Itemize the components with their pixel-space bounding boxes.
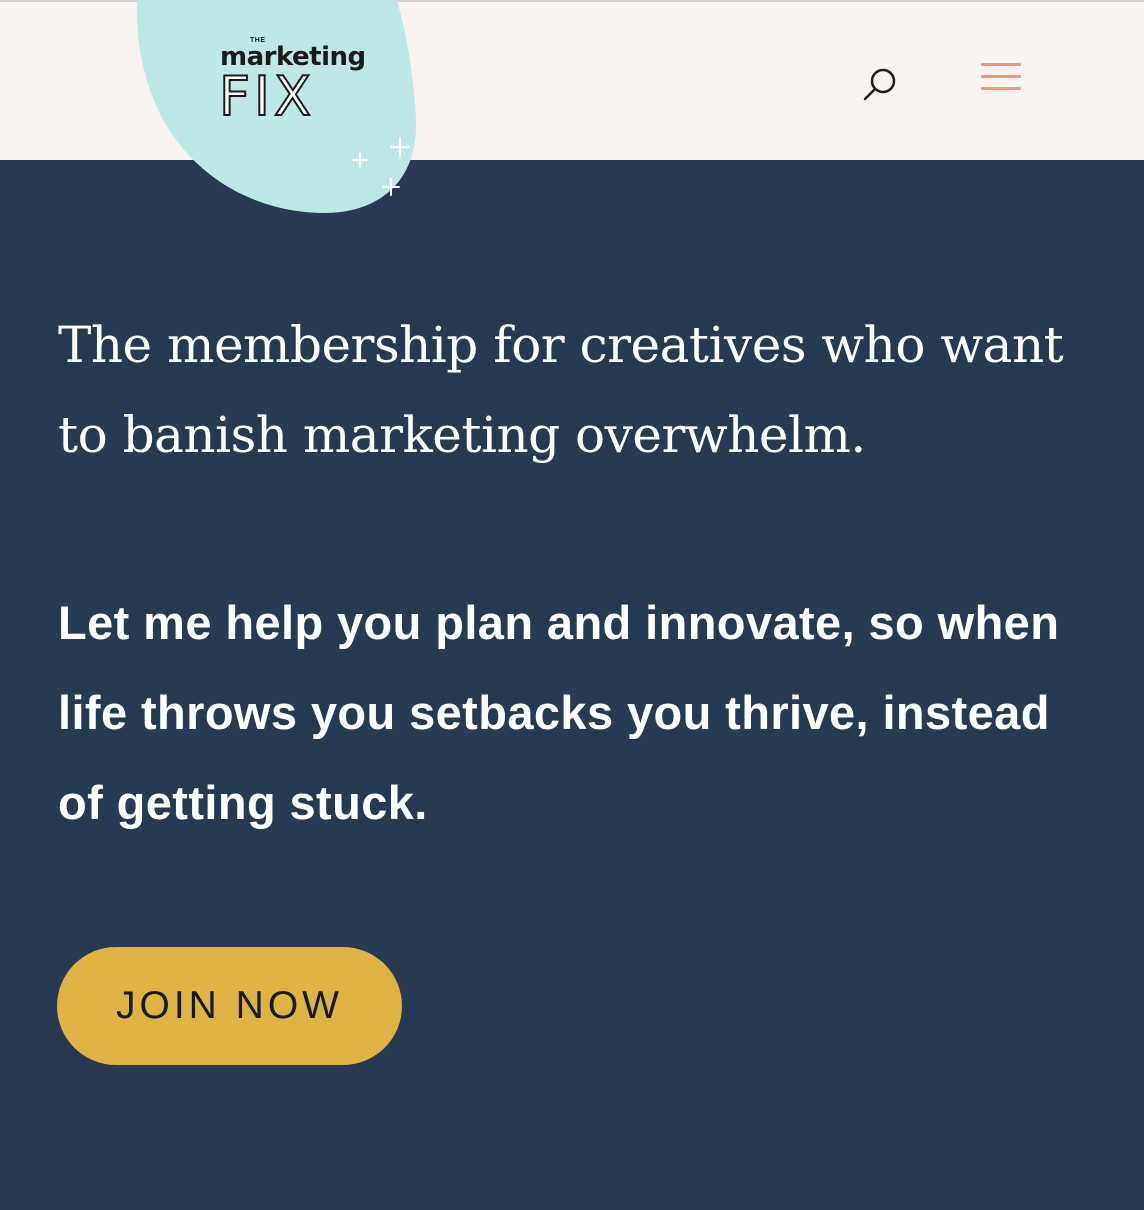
logo-fix-text: FIX bbox=[218, 65, 315, 128]
hero-heading: The membership for creatives who want to… bbox=[58, 316, 1064, 464]
site-logo[interactable]: THE marketing FIX bbox=[205, 30, 380, 140]
search-button[interactable] bbox=[858, 62, 902, 106]
join-now-button[interactable]: JOIN NOW bbox=[57, 947, 402, 1065]
hero-subheading: Let me help you plan and innovate, so wh… bbox=[58, 596, 1060, 829]
page: THE marketing FIX The membership for cre… bbox=[0, 0, 1144, 1210]
hamburger-menu-button[interactable] bbox=[976, 58, 1026, 98]
menu-bar-top bbox=[981, 63, 1021, 66]
menu-bar-middle bbox=[981, 75, 1021, 78]
menu-bar-bottom bbox=[981, 87, 1021, 90]
search-icon bbox=[863, 68, 896, 101]
logo-blob-shape bbox=[136, 0, 417, 213]
